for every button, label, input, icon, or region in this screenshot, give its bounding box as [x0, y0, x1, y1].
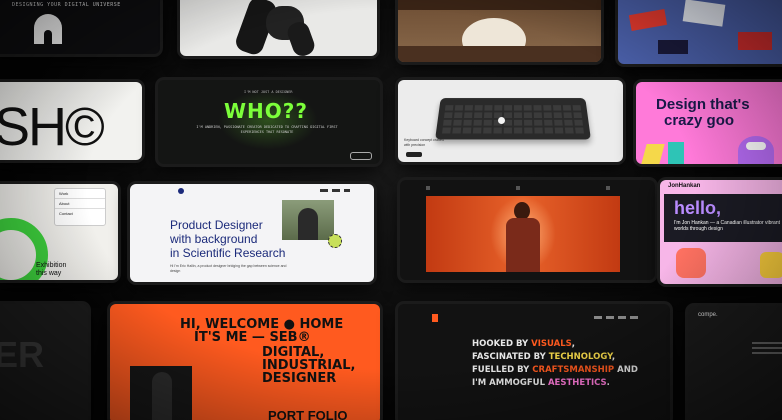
design-heading: Design that's: [656, 96, 750, 113]
jon-header: JonHankan: [668, 183, 701, 189]
tile-dark-universe[interactable]: DESIGNING YOUR DIGITAL UNIVERSE: [0, 0, 160, 54]
seb-bottom-text: PORT FOLIO: [268, 408, 348, 420]
hooked-line: I'M AMMOGFUL AESTHETICS.: [472, 377, 638, 390]
tile-seb[interactable]: HI, WELCOME ● HOME IT'S ME — SEB® DIGITA…: [110, 304, 380, 420]
hooked-a: FUELLED BY: [472, 365, 533, 375]
tile-who[interactable]: I'M NOT JUST A DESIGNER WHO?? I'M ANDRIE…: [158, 80, 380, 164]
title-line: with background: [170, 232, 258, 246]
caption-button[interactable]: [406, 152, 422, 157]
title-line: in Scientific Research: [170, 246, 286, 260]
blob-teal: [668, 142, 684, 164]
sh-logotype: SH©: [0, 97, 105, 157]
tile-heading: DESIGNING YOUR DIGITAL UNIVERSE: [12, 2, 121, 8]
shape-white: [682, 0, 726, 27]
shape-red-2: [738, 32, 772, 50]
tile-dark-left[interactable]: ER: [0, 304, 88, 420]
photo-band: [398, 0, 601, 10]
hello-heading: hello,: [674, 198, 722, 218]
portrait-person: [298, 208, 318, 240]
menu-item[interactable]: Work: [55, 189, 105, 198]
badge: [328, 234, 342, 248]
hooked-c: AND: [614, 365, 638, 375]
tile-keyboard[interactable]: Keyboard concept crafted with precision: [398, 80, 623, 162]
left-large-text: ER: [0, 334, 45, 375]
design-heading-2: crazy goo: [664, 112, 735, 129]
hooked-b: VISUALS: [531, 339, 572, 349]
product-body: Hi I'm Eric Hallin, a product designer b…: [170, 264, 287, 273]
video-controls[interactable]: [426, 186, 620, 190]
tile-jon-hankan[interactable]: JonHankan hello, I'm Jon Hankan — a Cana…: [660, 180, 782, 284]
hooked-b: CRAFTSMANSHIP: [532, 365, 615, 375]
tile-design-crazy[interactable]: Design that's crazy goo: [636, 82, 782, 164]
tile-sh-logo[interactable]: SH©: [0, 82, 142, 160]
floor: [398, 46, 601, 62]
who-body: I'M ANDRIEN, PASSIONATE CREATOR DEDICATE…: [196, 125, 338, 134]
portrait-photo: [282, 200, 334, 240]
tile-colorful-3d[interactable]: [618, 0, 782, 64]
product-title: Product Designer with background in Scie…: [170, 218, 285, 260]
hooked-a: FASCINATED BY: [472, 352, 549, 362]
keyboard-caption: Keyboard concept crafted with precision: [404, 138, 444, 147]
seb-subheadline: DIGITAL, INDUSTRIAL, DESIGNER: [262, 346, 355, 385]
jon-intro: I'm Jon Hankan — a Canadian illustrator …: [674, 220, 781, 232]
sculpture-graphic-3: [284, 19, 318, 56]
keycap-white: [498, 117, 505, 124]
hooked-c: ,: [611, 352, 616, 362]
hooked-line: FASCINATED BY TECHNOLOGY,: [472, 351, 638, 364]
character-yellow: [760, 252, 782, 278]
keyboard-keys: [442, 103, 584, 134]
character-red: [676, 248, 706, 278]
tile-exhibition[interactable]: Work About Contact Exhibition this way: [0, 184, 118, 280]
seb-photo: [130, 366, 192, 420]
arch-inner: [44, 30, 52, 44]
hooked-line: HOOKED BY VISUALS,: [472, 338, 638, 351]
menu-item[interactable]: Contact: [55, 208, 105, 218]
tile-compe[interactable]: compe.: [688, 306, 782, 420]
compe-logo: compe.: [698, 312, 718, 318]
character-eyes: [746, 142, 766, 150]
who-heading: WHO??: [224, 99, 309, 123]
blob-yellow: [641, 144, 665, 164]
website-showcase-grid: DESIGNING YOUR DIGITAL UNIVERSE SH© I'M …: [0, 0, 782, 420]
tile-sculpture[interactable]: [180, 0, 377, 56]
seb-headline: HI, WELCOME ● HOME IT'S ME — SEB®: [180, 318, 343, 344]
compe-lines: [752, 340, 782, 354]
who-subtitle: I'M NOT JUST A DESIGNER: [244, 90, 293, 94]
hooked-b: AESTHETICS: [547, 378, 607, 388]
menu-card: Work About Contact: [54, 188, 106, 226]
hooked-b: TECHNOLOGY: [548, 352, 612, 362]
person-body: [506, 218, 540, 272]
exhibition-label[interactable]: Exhibition this way: [36, 262, 76, 278]
hooked-a: I'M AMMOGFUL: [472, 378, 548, 388]
nav-logo: [178, 188, 184, 194]
tile-sepia-photo[interactable]: [398, 0, 601, 62]
title-line: Product Designer: [170, 218, 263, 232]
video-frame: [426, 196, 620, 272]
seb-person: [152, 372, 172, 420]
menu-item[interactable]: About: [55, 198, 105, 208]
shape-red: [628, 8, 668, 32]
character-blob: [738, 136, 774, 164]
hooked-line: FUELLED BY CRAFTSMANSHIP AND: [472, 364, 638, 377]
hooked-a: HOOKED BY: [472, 339, 532, 349]
hooked-c: .: [606, 378, 610, 388]
nav-links[interactable]: [320, 189, 350, 192]
hooked-nav[interactable]: [594, 316, 638, 319]
hooked-text: HOOKED BY VISUALS, FASCINATED BY TECHNOL…: [472, 338, 638, 390]
tile-product-designer[interactable]: Product Designer with background in Scie…: [130, 184, 374, 282]
seb-line: IT'S ME — SEB®: [194, 330, 311, 345]
seb-line: DESIGNER: [262, 371, 337, 386]
hooked-c: ,: [571, 339, 575, 349]
shape-dark: [658, 40, 688, 54]
tile-video-person[interactable]: [400, 180, 655, 280]
scroll-button[interactable]: [350, 152, 372, 160]
tile-hooked[interactable]: HOOKED BY VISUALS, FASCINATED BY TECHNOL…: [398, 304, 670, 420]
hooked-logo: [432, 314, 438, 322]
